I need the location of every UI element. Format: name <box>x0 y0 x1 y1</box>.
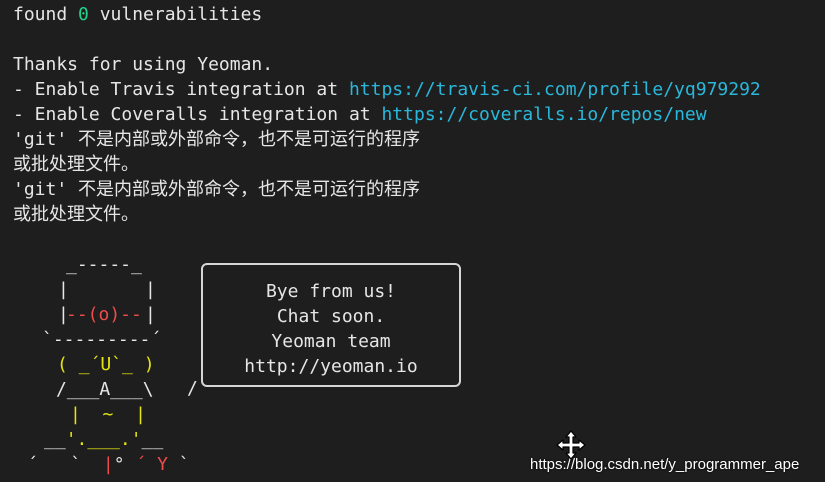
coveralls-line: - Enable Coveralls integration at https:… <box>13 102 707 127</box>
speech-line: Yeoman team <box>271 331 391 352</box>
eye: --(o)-- <box>66 304 142 325</box>
hat-brim: `---------´ <box>42 329 162 350</box>
git-error-line: 'git' 不是内部或外部命令，也不是可运行的程序 <box>13 179 421 200</box>
travis-prefix: - Enable Travis integration at <box>13 79 349 100</box>
feet: ´ ` |° ´ Y ` <box>27 454 190 475</box>
coveralls-prefix: - Enable Coveralls integration at <box>13 104 382 125</box>
travis-line: - Enable Travis integration at https://t… <box>13 77 761 102</box>
arm-slash: / <box>187 378 198 399</box>
body: /___A___\ <box>56 379 154 400</box>
face: ( _´U`_ ) <box>57 354 155 375</box>
torso: | ~ | <box>70 404 146 425</box>
move-cursor-icon <box>556 430 586 460</box>
speech-line: Bye from us! <box>265 281 397 302</box>
git-error-line: 或批处理文件。 <box>13 154 139 175</box>
hat-side-left: | <box>58 279 69 300</box>
git-error-line: 或批处理文件。 <box>13 204 139 225</box>
thanks-line: Thanks for using Yeoman. <box>13 54 274 75</box>
git-error-line: 'git' 不是内部或外部命令，也不是可运行的程序 <box>13 129 421 150</box>
vuln-count: 0 <box>78 4 89 25</box>
eye-right-bar: | <box>145 304 156 325</box>
hat-top: _-----_ <box>66 254 142 275</box>
speech-bubble: Bye from us! Chat soon. Yeoman team http… <box>201 263 461 387</box>
speech-line: Chat soon. <box>276 306 386 327</box>
hat-side-right: | <box>145 279 156 300</box>
speech-link[interactable]: http://yeoman.io <box>203 354 459 379</box>
vuln-prefix: found <box>13 4 79 25</box>
coveralls-link[interactable]: https://coveralls.io/repos/new <box>381 104 706 125</box>
vulnerabilities-line: found 0 vulnerabilities <box>13 2 262 27</box>
belt: __'.___.'__ <box>44 429 164 450</box>
vuln-suffix: vulnerabilities <box>88 4 263 25</box>
travis-link[interactable]: https://travis-ci.com/profile/yq979292 <box>349 79 761 100</box>
